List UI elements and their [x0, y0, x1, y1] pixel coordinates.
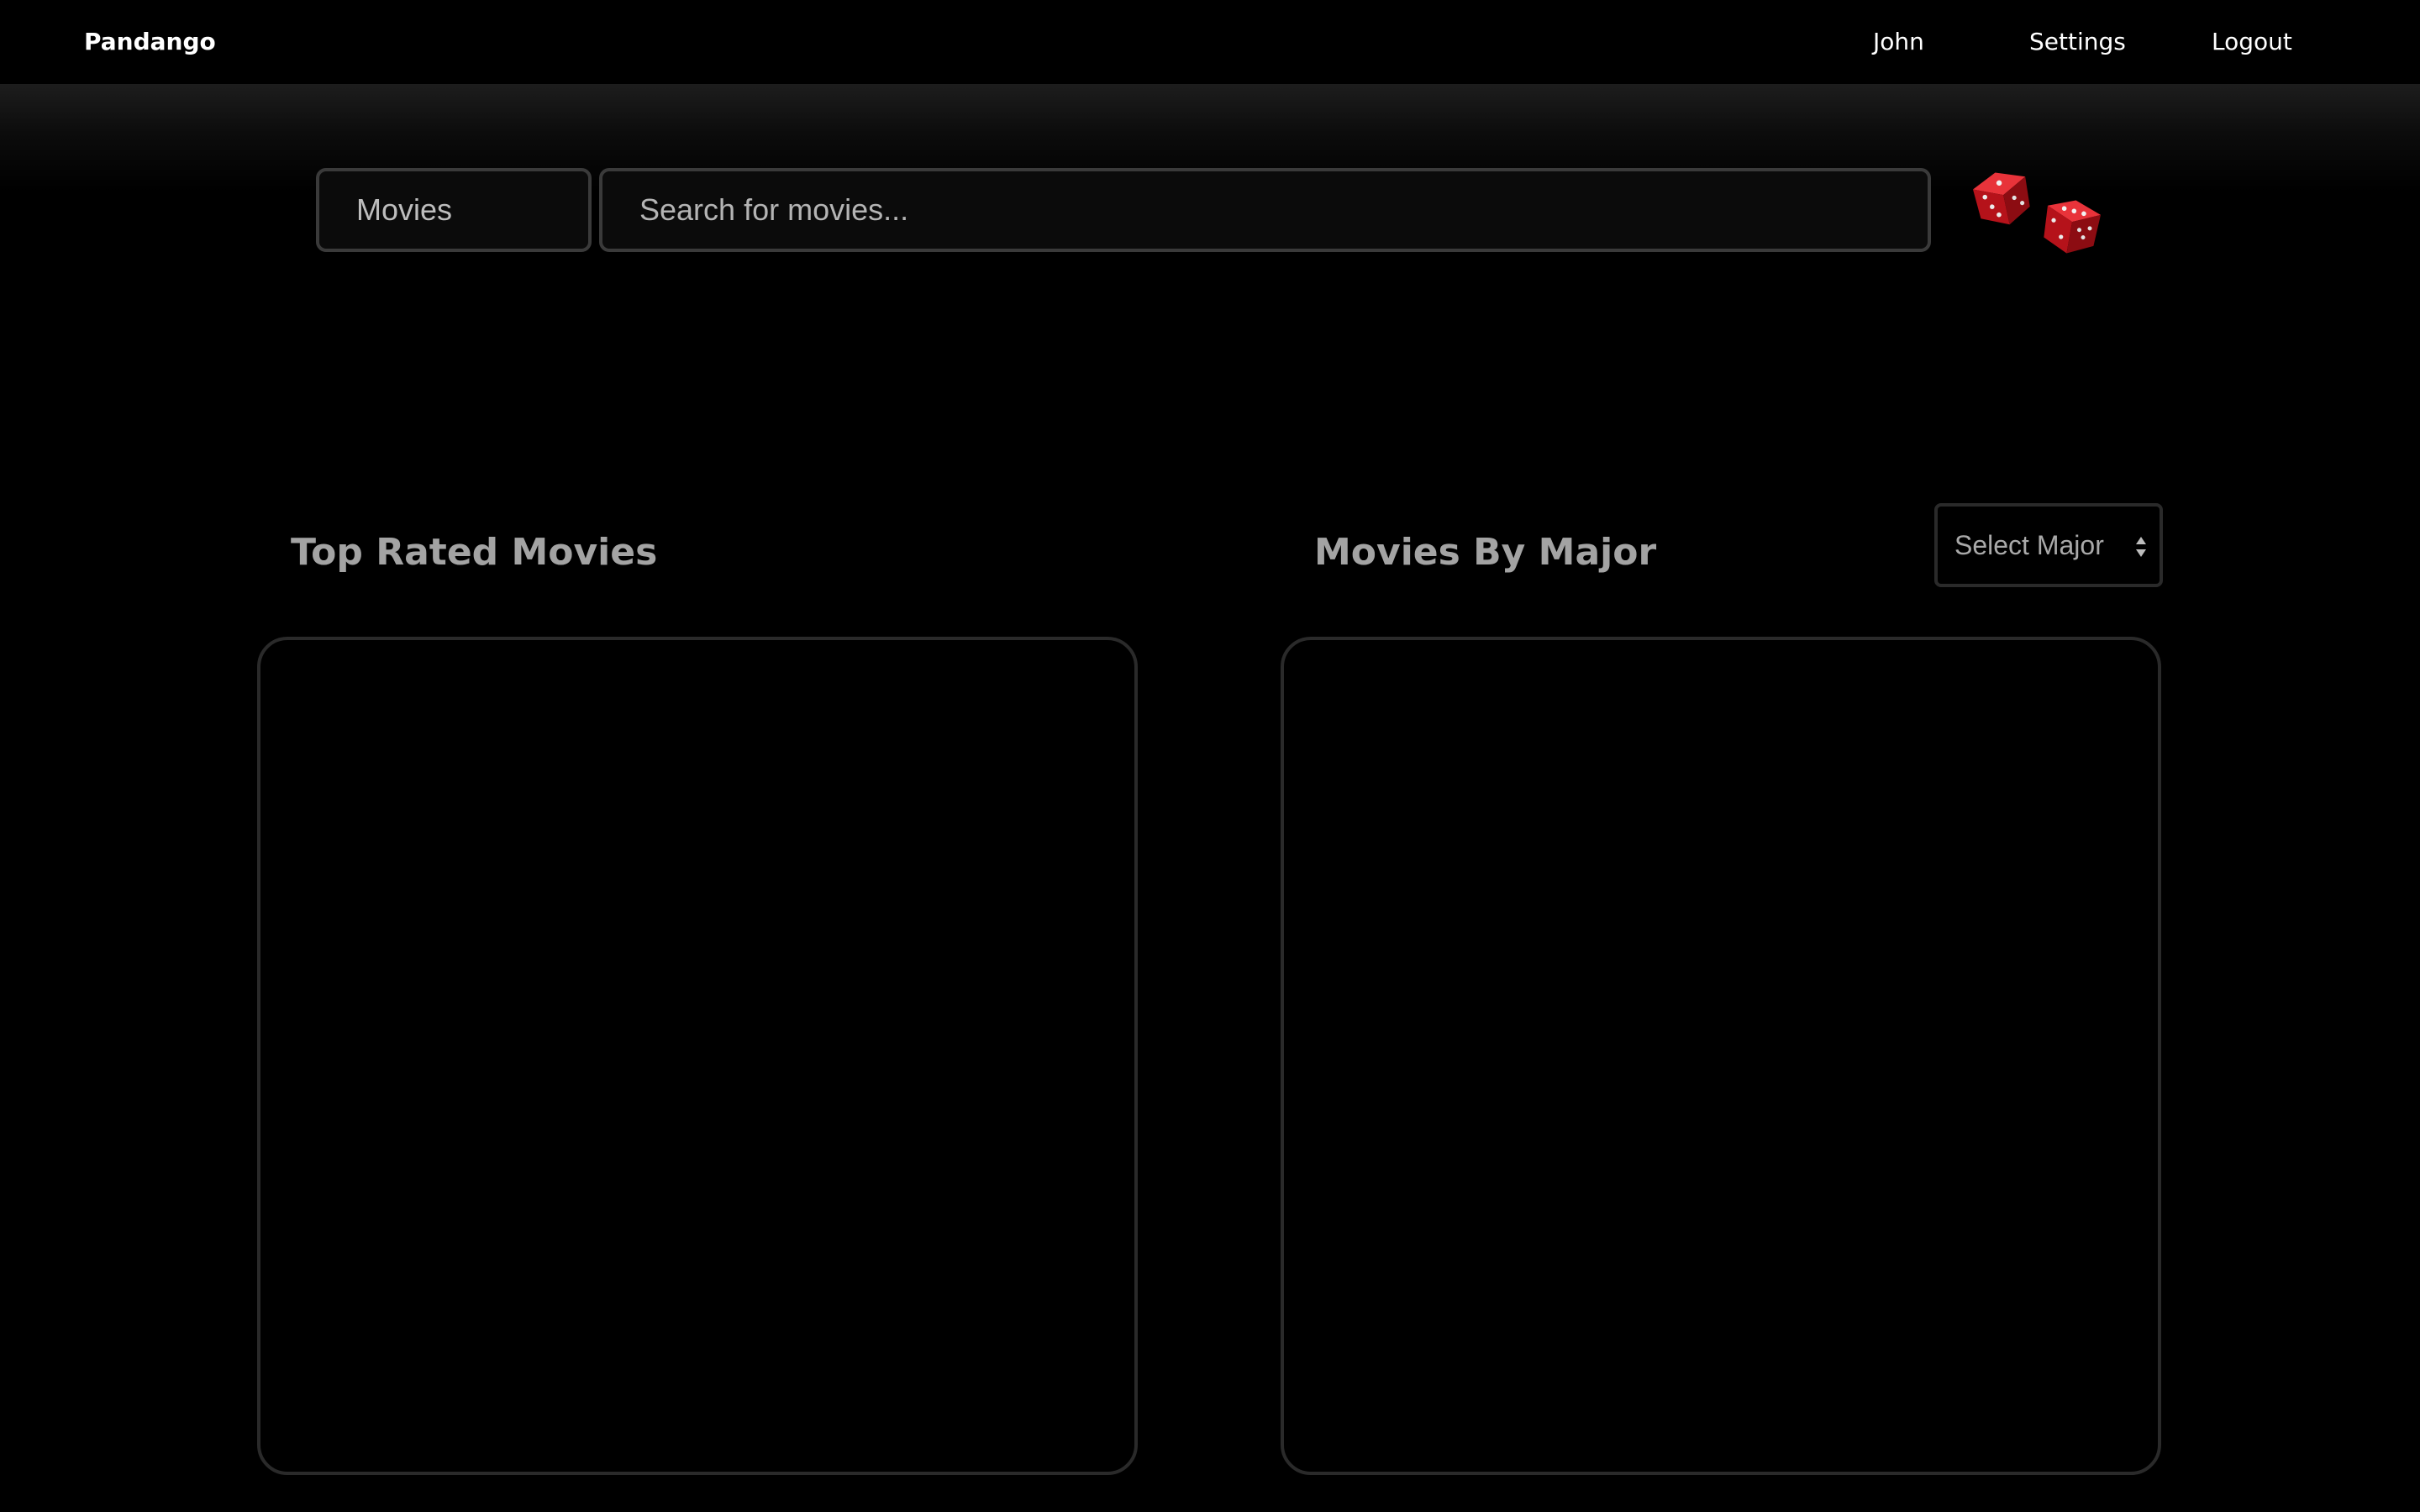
nav-link-settings[interactable]: Settings	[2029, 26, 2126, 58]
select-arrows-icon	[2136, 537, 2146, 557]
nav-link-user[interactable]: John	[1873, 26, 1924, 58]
search-input[interactable]	[599, 168, 1931, 252]
top-rated-title: Top Rated Movies	[291, 531, 658, 574]
movies-by-major-title: Movies By Major	[1314, 531, 1657, 574]
nav-link-logout[interactable]: Logout	[2212, 26, 2292, 58]
major-select[interactable]: Select Major	[1934, 503, 2163, 587]
top-rated-movies-panel	[257, 637, 1138, 1475]
major-select-value: Select Major	[1954, 530, 2104, 560]
dice-icon	[1973, 172, 2101, 254]
movies-by-major-panel	[1281, 637, 2161, 1475]
random-movie-button[interactable]	[1970, 166, 2105, 259]
top-navbar: Pandango John Settings Logout	[0, 0, 2420, 84]
brand-logo[interactable]: Pandango	[84, 26, 216, 58]
search-category-select[interactable]: Movies	[316, 168, 592, 252]
